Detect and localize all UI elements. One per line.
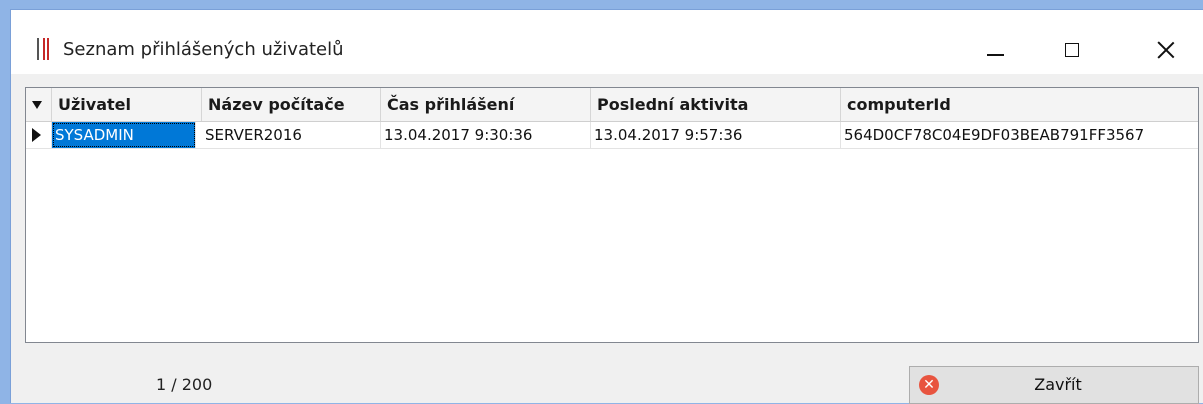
maximize-button[interactable] bbox=[1044, 30, 1100, 70]
status-bar: 1 / 200 bbox=[25, 366, 901, 404]
close-button[interactable]: ✕ Zavřít bbox=[909, 366, 1199, 404]
sort-down-icon bbox=[32, 101, 42, 109]
app-icon bbox=[37, 38, 51, 60]
minimize-button[interactable] bbox=[967, 30, 1023, 70]
column-header-computer-name[interactable]: Název počítače bbox=[202, 88, 381, 121]
cell-computer-id[interactable]: 564D0CF78C04E9DF03BEAB791FF3567 bbox=[841, 122, 1198, 148]
dialog-window: Seznam přihlášených uživatelů Uživatel N… bbox=[10, 9, 1203, 404]
cell-login-time[interactable]: 13.04.2017 9:30:36 bbox=[381, 122, 591, 148]
title-bar[interactable]: Seznam přihlášených uživatelů bbox=[11, 10, 1203, 74]
cell-last-activity[interactable]: 13.04.2017 9:57:36 bbox=[591, 122, 841, 148]
column-header-user[interactable]: Uživatel bbox=[52, 88, 202, 121]
users-grid[interactable]: Uživatel Název počítače Čas přihlášení P… bbox=[25, 87, 1199, 343]
window-title: Seznam přihlášených uživatelů bbox=[63, 39, 344, 60]
row-selector-header[interactable] bbox=[26, 88, 52, 121]
maximize-icon bbox=[1065, 43, 1079, 57]
close-icon bbox=[1157, 41, 1175, 59]
record-counter: 1 / 200 bbox=[156, 375, 213, 394]
row-indicator-cell[interactable] bbox=[26, 122, 52, 148]
column-header-last-activity[interactable]: Poslední aktivita bbox=[591, 88, 841, 121]
cell-computer-name[interactable]: SERVER2016 bbox=[202, 122, 381, 148]
table-row[interactable]: SYSADMIN SERVER2016 13.04.2017 9:30:36 1… bbox=[26, 122, 1198, 149]
grid-header: Uživatel Název počítače Čas přihlášení P… bbox=[26, 88, 1198, 122]
close-window-button[interactable] bbox=[1138, 30, 1194, 70]
column-header-computer-id[interactable]: computerId bbox=[841, 88, 1198, 121]
cell-user[interactable]: SYSADMIN bbox=[52, 122, 196, 148]
minimize-icon bbox=[986, 54, 1004, 56]
close-button-label: Zavřít bbox=[1034, 375, 1082, 394]
current-row-icon bbox=[32, 128, 41, 142]
column-header-login-time[interactable]: Čas přihlášení bbox=[381, 88, 591, 121]
